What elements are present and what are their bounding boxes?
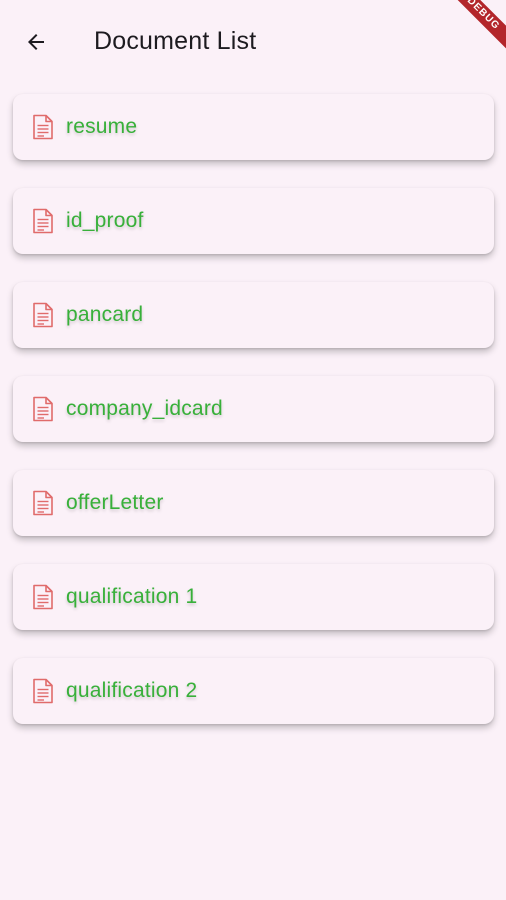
file-document-icon <box>31 490 55 516</box>
document-item-offer-letter[interactable]: offerLetter <box>13 470 494 536</box>
document-name: resume <box>66 115 138 138</box>
document-name: pancard <box>66 303 144 326</box>
document-item-company-idcard[interactable]: company_idcard <box>13 376 494 442</box>
file-document-icon <box>31 678 55 704</box>
file-document-icon <box>31 302 55 328</box>
document-item-resume[interactable]: resume <box>13 94 494 160</box>
file-document-icon <box>31 114 55 140</box>
file-document-icon <box>31 208 55 234</box>
document-name: id_proof <box>66 209 144 232</box>
document-name: qualification 2 <box>66 679 198 702</box>
document-name: offerLetter <box>66 491 164 514</box>
back-button[interactable] <box>20 26 52 58</box>
page-title: Document List <box>94 27 257 55</box>
document-item-id-proof[interactable]: id_proof <box>13 188 494 254</box>
document-name: qualification 1 <box>66 585 198 608</box>
document-item-qualification-2[interactable]: qualification 2 <box>13 658 494 724</box>
document-item-qualification-1[interactable]: qualification 1 <box>13 564 494 630</box>
app-bar: Document List <box>0 0 506 84</box>
file-document-icon <box>31 584 55 610</box>
file-document-icon <box>31 396 55 422</box>
document-item-pancard[interactable]: pancard <box>13 282 494 348</box>
document-list: resume id_proof pancard company_idcard o… <box>13 94 494 752</box>
document-name: company_idcard <box>66 397 223 420</box>
arrow-left-icon <box>28 34 44 50</box>
